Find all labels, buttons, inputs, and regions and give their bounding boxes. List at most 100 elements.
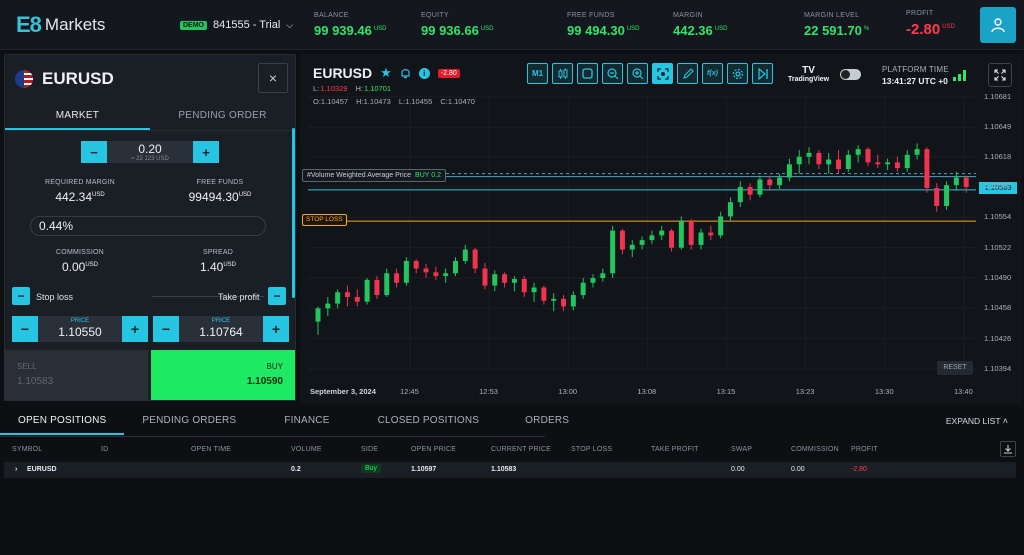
info-icon[interactable]: i [418,67,430,79]
star-icon[interactable]: ★ [380,65,392,81]
col-open-time[interactable]: OPEN TIME [191,446,231,453]
table-row[interactable]: › EURUSD 0.2 Buy 1.10597 1.10583 0.00 0.… [4,462,1016,478]
candle-body [708,232,714,236]
free-funds-value: 99 494.30 [567,23,625,38]
tradingview-toggle[interactable] [840,69,861,80]
candle-body [452,260,458,274]
platform-time-label: PLATFORM TIME [882,65,949,74]
stop-loss-tag[interactable]: STOP LOSS [302,214,347,226]
candle-body [924,149,930,188]
square-icon[interactable] [577,63,598,84]
sl-price-field[interactable]: PRICE 1.10550 [38,316,122,342]
fit-screen-icon[interactable] [652,63,673,84]
buy-button[interactable]: BUY 1.10590 [151,350,295,400]
row-swap: 0.00 [731,466,745,473]
candle-body [816,152,822,165]
ticket-free-funds-label: FREE FUNDS [196,179,244,186]
candle-body [914,149,920,155]
logo[interactable]: E8 Markets [16,12,105,38]
candle-body [649,235,655,241]
candle-body [963,177,969,188]
skip-end-icon[interactable] [752,63,773,84]
gear-icon[interactable] [727,63,748,84]
candle-body [944,185,950,206]
vwap-label: #Volume Weighted Average Price [307,172,412,179]
commission-label: COMMISSION [56,249,104,256]
sell-button[interactable]: SELL 1.10583 [4,350,148,400]
margin-value: 442.36 [673,23,713,38]
download-button[interactable] [1000,441,1016,457]
ticket-scrollbar[interactable] [292,128,295,298]
close-icon: × [268,70,278,86]
tp-decrease-button[interactable]: − [153,316,179,342]
candle-body [354,296,360,302]
reset-button[interactable]: RESET [937,361,973,375]
pencil-icon[interactable] [677,63,698,84]
tab-pending-orders[interactable]: PENDING ORDERS [124,406,254,435]
minus-icon: − [17,289,25,303]
candle-body [502,274,508,283]
tp-price-field[interactable]: PRICE 1.10764 [179,316,263,342]
volume-increase-button[interactable]: + [193,141,219,163]
take-profit-label: Take profit [218,292,260,302]
col-open-price[interactable]: OPEN PRICE [411,446,456,453]
volume-notional: ≈ 22 123 USD [131,156,169,162]
candle-body [836,159,842,170]
price-chart[interactable] [300,54,1022,404]
tab-finance[interactable]: FINANCE [254,406,359,435]
candle-body [531,287,537,293]
col-take-profit[interactable]: TAKE PROFIT [651,446,699,453]
candle-body [374,279,380,296]
col-volume[interactable]: VOLUME [291,446,322,453]
col-swap[interactable]: SWAP [731,446,752,453]
timeframe-button[interactable]: M1 [527,63,548,84]
tab-market[interactable]: MARKET [5,101,150,130]
time-axis-label: 13:30 [874,387,894,396]
volume-decrease-button[interactable]: − [81,141,107,163]
indicators-label: f(x) [707,70,718,77]
tab-pending-order[interactable]: PENDING ORDER [150,101,295,130]
col-current-price[interactable]: CURRENT PRICE [491,446,551,453]
col-commission[interactable]: COMMISSION [791,446,839,453]
margin-level-label: MARGIN LEVEL [804,12,860,19]
zoom-out-icon[interactable] [602,63,623,84]
volume-field[interactable]: 0.20 ≈ 22 123 USD [107,141,193,163]
account-selector[interactable]: DEMO 841555 - Trial ⌵ [180,19,293,31]
col-profit[interactable]: PROFIT [851,446,878,453]
col-stop-loss[interactable]: STOP LOSS [571,446,612,453]
col-side[interactable]: SIDE [361,446,378,453]
tp-increase-button[interactable]: + [263,316,289,342]
candle-body [629,244,635,250]
candle-body [511,278,517,283]
ticket-header: EURUSD × [5,55,295,101]
candle-body [767,179,773,186]
tab-open-positions[interactable]: OPEN POSITIONS [0,406,125,435]
buy-price: 1.10590 [246,376,283,387]
take-profit-toggle[interactable]: − [268,287,286,305]
tab-orders[interactable]: ORDERS [497,406,597,435]
sl-decrease-button[interactable]: − [12,316,38,342]
equity-stat: EQUITY 99 936.66 USD [421,12,494,38]
expand-list-label: EXPAND LIST [945,416,1001,426]
sl-increase-button[interactable]: + [122,316,148,342]
indicators-icon[interactable]: f(x) [702,63,723,84]
fullscreen-button[interactable] [988,63,1012,87]
candle-body [443,273,449,277]
candle-body [423,268,429,273]
zoom-in-icon[interactable] [627,63,648,84]
col-id[interactable]: ID [101,446,108,453]
candle-body [727,202,733,217]
candle-body [777,177,783,186]
vwap-tag[interactable]: #Volume Weighted Average Price BUY 0.2 [302,169,446,182]
candle-body [718,216,724,236]
col-symbol[interactable]: SYMBOL [12,446,42,453]
chevron-right-icon[interactable]: › [15,466,17,473]
candles-icon[interactable] [552,63,573,84]
expand-list-button[interactable]: EXPAND LIST ˄ [946,416,1008,426]
close-ticket-button[interactable]: × [258,63,288,93]
user-button[interactable] [980,7,1016,43]
tab-closed-positions[interactable]: CLOSED POSITIONS [360,406,498,435]
chart-symbol: EURUSD [313,65,373,81]
bell-icon[interactable] [400,67,411,79]
stop-loss-toggle[interactable]: − [12,287,30,305]
